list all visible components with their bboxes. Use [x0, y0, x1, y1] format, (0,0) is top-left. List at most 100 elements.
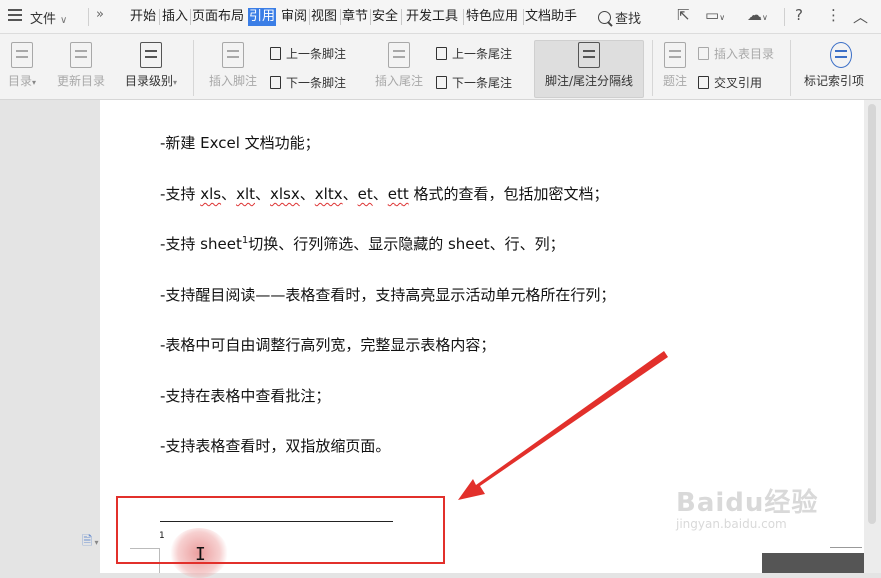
file-menu-label: 文件 [30, 12, 57, 27]
paragraph[interactable]: -表格中可自由调整行高列宽，完整显示表格内容； [160, 334, 495, 355]
divider [401, 9, 402, 25]
mark-index-button[interactable]: 标记索引项 [804, 42, 881, 89]
vertical-scrollbar[interactable] [864, 100, 881, 573]
insert-footnote-icon [222, 42, 244, 68]
text-run: -支持 [160, 185, 201, 203]
next-footnote-button[interactable]: 下一条脚注 [270, 74, 346, 91]
toc-level-button[interactable]: 目录级别▾ [118, 42, 184, 89]
caption-label: 题注 [662, 74, 687, 88]
watermark-url: jingyan.baidu.com [676, 517, 787, 531]
divider [190, 9, 191, 25]
more-options-icon[interactable]: ⋮ [826, 6, 841, 24]
tab-references[interactable]: 引用 [248, 8, 277, 26]
paragraph[interactable]: -支持 sheet1切换、行列筛选、显示隐藏的 sheet、行、列； [160, 233, 565, 254]
divider [523, 9, 524, 25]
next-endnote-icon [436, 76, 447, 89]
spellcheck-word: xltx [314, 185, 343, 203]
annotation-highlight-box [116, 496, 445, 564]
text-run: -支持 sheet [160, 235, 242, 253]
text-run: 格式的查看，包括加密文档； [408, 185, 609, 203]
search-label: 查找 [615, 12, 642, 27]
insert-endnote-label: 插入尾注 [374, 74, 423, 88]
next-endnote-button[interactable]: 下一条尾注 [436, 74, 512, 91]
cross-reference-label: 交叉引用 [714, 76, 763, 90]
caption-icon [664, 42, 686, 68]
chevron-down-icon: ∨ [60, 15, 68, 26]
text-run: 、 [372, 185, 388, 203]
tab-developer-tools[interactable]: 开发工具 [406, 8, 458, 26]
scrollbar-thumb[interactable] [868, 104, 876, 524]
insert-endnote-button[interactable]: 插入尾注 [370, 42, 428, 89]
toc-icon [11, 42, 33, 68]
spellcheck-word: xlt [236, 185, 255, 203]
divider [652, 40, 653, 96]
tab-insert[interactable]: 插入 [162, 8, 188, 26]
cross-reference-button[interactable]: 交叉引用 [698, 74, 762, 91]
watermark: Baidu经验 jingyan.baidu.com [676, 482, 818, 531]
spellcheck-word: ett [387, 185, 409, 203]
tab-chapter[interactable]: 章节 [342, 8, 368, 26]
divider [790, 40, 791, 96]
tab-document-assistant[interactable]: 文档助手 [525, 8, 577, 26]
insert-table-of-figures-label: 插入表目录 [714, 47, 775, 61]
next-endnote-label: 下一条尾注 [452, 76, 513, 90]
caption-button[interactable]: 题注 [658, 42, 692, 89]
footnote-separator-label: 脚注/尾注分隔线 [544, 74, 634, 88]
prev-endnote-label: 上一条尾注 [452, 47, 513, 61]
tab-security[interactable]: 安全 [372, 8, 398, 26]
prev-footnote-button[interactable]: 上一条脚注 [270, 45, 346, 62]
insert-table-of-figures-button[interactable]: 插入表目录 [698, 45, 774, 62]
tab-review[interactable]: 审阅 [281, 8, 307, 26]
prev-footnote-label: 上一条脚注 [286, 47, 347, 61]
toc-button[interactable]: 目录▾ [4, 42, 40, 89]
divider [309, 9, 310, 25]
paragraph[interactable]: -支持 xls、xlt、xlsx、xltx、et、ett 格式的查看，包括加密文… [160, 183, 609, 204]
prev-endnote-button[interactable]: 上一条尾注 [436, 45, 512, 62]
document-options-icon[interactable]: 🗎 ▾ [82, 532, 98, 554]
chevron-down-icon: ▾ [32, 78, 37, 87]
footnote-separator-content[interactable]: 脚注/尾注分隔线 [534, 42, 644, 89]
tab-page-layout[interactable]: 页面布局 [192, 8, 244, 26]
paragraph[interactable]: -支持表格查看时，双指放缩页面。 [160, 435, 390, 456]
text-run: 、 [299, 185, 315, 203]
menu-bar: 文件 ∨ » 开始 插入 页面布局 引用 审阅 视图 章节 安全 开发工具 特色应… [0, 0, 881, 34]
divider [370, 9, 371, 25]
share-icon[interactable]: ⇱ [677, 6, 690, 24]
divider [784, 8, 785, 26]
collapse-ribbon-icon[interactable]: ︿ [853, 6, 868, 27]
divider [830, 547, 862, 548]
tab-view[interactable]: 视图 [311, 8, 337, 26]
toc-label: 目录 [7, 74, 32, 88]
export-icon[interactable]: ▭∨ [705, 6, 725, 24]
insert-footnote-label: 插入脚注 [208, 74, 257, 88]
paragraph[interactable]: -新建 Excel 文档功能； [160, 132, 320, 153]
spellcheck-word: et [357, 185, 373, 203]
chevron-down-icon: ▾ [94, 538, 99, 547]
insert-endnote-icon [388, 42, 410, 68]
tab-special-features[interactable]: 特色应用 [466, 8, 518, 26]
search-button[interactable]: 查找 [598, 8, 641, 27]
update-toc-button[interactable]: 更新目录 [52, 42, 110, 89]
divider [88, 8, 89, 26]
cloud-sync-icon[interactable]: ☁∨ [747, 6, 768, 24]
divider [159, 9, 160, 25]
mark-index-icon [830, 42, 852, 68]
file-menu[interactable]: 文件 ∨ [30, 8, 67, 27]
hamburger-menu-icon[interactable] [8, 9, 22, 21]
next-footnote-label: 下一条脚注 [286, 76, 347, 90]
paragraph[interactable]: -支持在表格中查看批注； [160, 385, 330, 406]
update-toc-icon [70, 42, 92, 68]
insert-footnote-button[interactable]: 插入脚注 [204, 42, 262, 89]
separator-line-icon [578, 42, 600, 68]
spellcheck-word: xlsx [270, 185, 300, 203]
paragraph[interactable]: -支持醒目阅读——表格查看时，支持高亮显示活动单元格所在行列； [160, 284, 615, 305]
toc-level-icon [140, 42, 162, 68]
text-run: 、 [221, 185, 237, 203]
double-chevron-icon[interactable]: » [96, 7, 104, 22]
tab-home[interactable]: 开始 [130, 8, 156, 26]
text-run: 切换、行列筛选、显示隐藏的 sheet、行、列； [248, 235, 565, 253]
mark-index-label: 标记索引项 [804, 74, 865, 88]
toc-level-label: 目录级别 [124, 74, 173, 88]
help-icon[interactable]: ? [795, 6, 803, 24]
status-corner [762, 553, 864, 573]
